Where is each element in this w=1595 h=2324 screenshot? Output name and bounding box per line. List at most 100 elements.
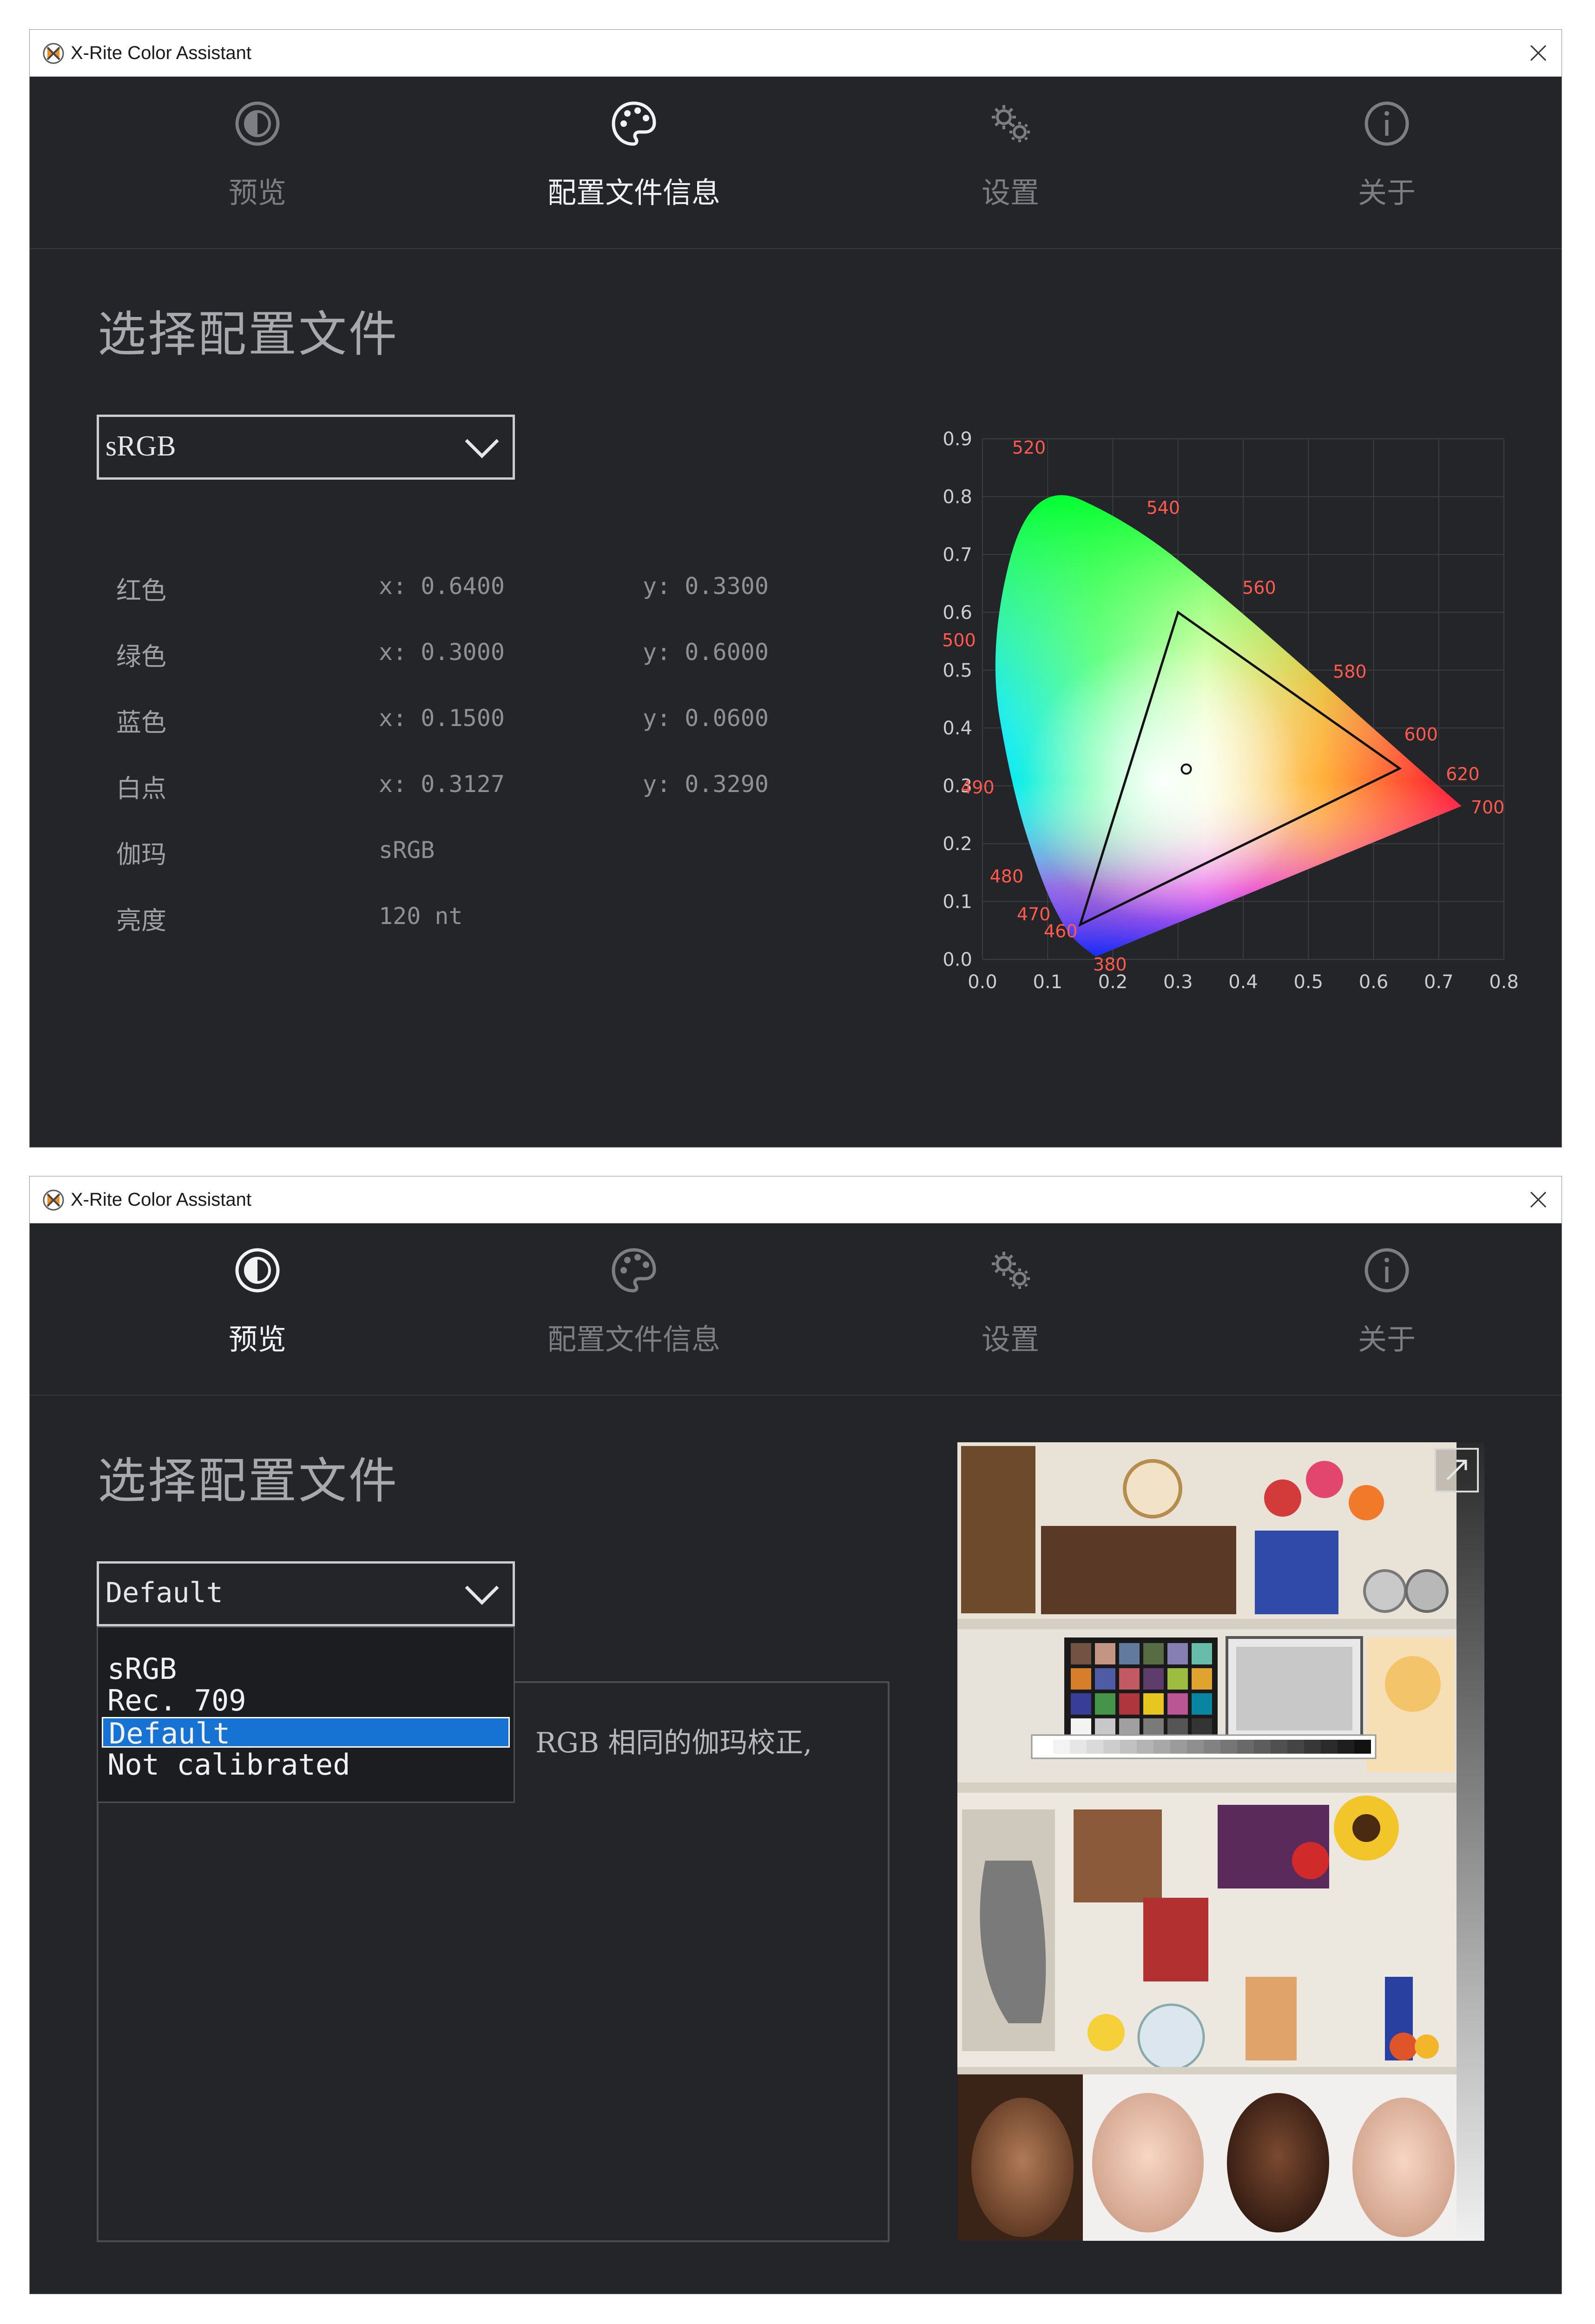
tab-profile-info-label: 配置文件信息: [547, 176, 720, 210]
wavelength-label-520: 520: [1012, 437, 1046, 458]
x-tick-label: 0.5: [1293, 971, 1323, 993]
grayscale-patch: [1187, 1740, 1204, 1754]
tab-preview[interactable]: 预览: [118, 1223, 397, 1395]
x-tick-label: 0.1: [1033, 971, 1062, 993]
checker-patch: [1143, 1693, 1164, 1715]
grayscale-patch: [1237, 1740, 1254, 1754]
x-tick-label: 0.0: [968, 971, 997, 993]
tab-profile-info[interactable]: 配置文件信息: [494, 76, 773, 248]
close-icon: [1530, 45, 1547, 61]
palette-icon: [612, 1248, 656, 1293]
app-window-profile-info: X-Rite Color Assistant 预览 配置文件信息 设置 关于 选…: [30, 30, 1562, 1147]
preview-image: [957, 1442, 1484, 2241]
close-button[interactable]: [1523, 38, 1553, 68]
wavelength-label-620: 620: [1446, 764, 1480, 785]
checker-patch: [1071, 1693, 1091, 1715]
grayscale-patch: [1170, 1740, 1187, 1754]
tab-profile-info[interactable]: 配置文件信息: [494, 1223, 773, 1395]
grayscale-patch: [1204, 1740, 1220, 1754]
grayscale-patch: [1137, 1740, 1153, 1754]
grayscale-patch: [1220, 1740, 1237, 1754]
wavelength-label-480: 480: [990, 866, 1024, 886]
tab-settings-label: 设置: [981, 1322, 1039, 1356]
grayscale-patch: [1271, 1740, 1287, 1754]
nav-bar: 预览 配置文件信息 设置 关于: [30, 76, 1562, 249]
chevron-down-icon: [465, 439, 499, 458]
tab-settings[interactable]: 设置: [871, 1223, 1150, 1395]
dropdown-option-not-calibrated[interactable]: Not calibrated: [102, 1750, 510, 1780]
dropdown-option-rec709[interactable]: Rec. 709: [102, 1685, 510, 1716]
tab-about[interactable]: 关于: [1247, 1223, 1526, 1395]
info-x-value: x: 0.6400: [379, 573, 505, 600]
checker-patch: [1192, 1643, 1212, 1664]
info-row-white-point: 白点 x: 0.3127 y: 0.3290: [116, 768, 813, 824]
x-tick-label: 0.2: [1098, 971, 1128, 993]
y-tick-label: 0.4: [942, 718, 972, 739]
grayscale-patch: [1153, 1740, 1170, 1754]
wavelength-label-380: 380: [1093, 954, 1127, 975]
checker-patch: [1143, 1643, 1164, 1664]
title-bar: X-Rite Color Assistant: [30, 1176, 1562, 1223]
info-value: 120 nt: [379, 903, 463, 930]
cie-chromaticity-chart: 0.0 0.1 0.2 0.3 0.4 0.5 0.6 0.7 0.80.00.10.20.30…: [942, 429, 1519, 993]
wavelength-label-490: 490: [961, 777, 995, 798]
y-tick-label: 0.5: [942, 660, 972, 681]
dropdown-option-srgb[interactable]: sRGB: [102, 1654, 510, 1684]
close-button[interactable]: [1523, 1185, 1553, 1215]
wavelength-label-700: 700: [1471, 797, 1505, 818]
checker-patch: [1095, 1643, 1115, 1664]
checker-patch: [1119, 1693, 1140, 1715]
y-tick-label: 0.1: [942, 891, 972, 913]
grayscale-patch: [1304, 1740, 1321, 1754]
info-value: sRGB: [379, 837, 435, 864]
profile-select[interactable]: sRGB: [97, 415, 515, 480]
info-label: 亮度: [116, 906, 166, 935]
xrite-logo-icon: [43, 1189, 64, 1211]
tab-profile-info-label: 配置文件信息: [547, 1322, 720, 1356]
checker-patch: [1071, 1668, 1091, 1690]
wavelength-label-600: 600: [1404, 724, 1438, 745]
info-x-value: x: 0.3127: [379, 771, 505, 798]
spectral-locus-whitening: [995, 495, 1462, 957]
info-y-value: y: 0.3300: [643, 573, 769, 600]
wavelength-label-500: 500: [942, 630, 976, 650]
window-title: X-Rite Color Assistant: [71, 43, 252, 63]
info-y-value: y: 0.6000: [643, 639, 769, 666]
grayscale-patch: [1338, 1740, 1354, 1754]
gears-icon: [992, 1252, 1030, 1289]
profile-select[interactable]: Default: [97, 1561, 515, 1626]
section-title: 选择配置文件: [98, 1452, 399, 1509]
tab-settings[interactable]: 设置: [871, 76, 1150, 248]
grayscale-patch: [1254, 1740, 1271, 1754]
tab-about-label: 关于: [1358, 176, 1416, 210]
info-y-value: y: 0.3290: [643, 771, 769, 798]
info-label: 绿色: [116, 642, 166, 671]
info-icon: [1364, 101, 1409, 146]
chevron-down-icon: [465, 1585, 499, 1605]
profile-select-value: sRGB: [105, 430, 176, 462]
gears-icon: [992, 105, 1030, 142]
gamut-vertex-blue: [1080, 924, 1081, 925]
grayscale-patch: [1036, 1740, 1053, 1754]
preview-icon: [235, 101, 280, 146]
tab-about-label: 关于: [1358, 1322, 1416, 1356]
y-tick-label: 0.0: [942, 949, 972, 971]
info-label: 伽玛: [116, 840, 166, 869]
profile-select-value: Default: [105, 1577, 223, 1609]
dropdown-option-default[interactable]: Default: [102, 1717, 510, 1749]
info-row-red: 红色 x: 0.6400 y: 0.3300: [116, 570, 813, 626]
checker-patch: [1119, 1668, 1140, 1690]
tab-preview-label: 预览: [228, 176, 286, 210]
profile-description-text: RGB 相同的伽玛校正,: [535, 1727, 812, 1759]
info-icon: [1364, 1248, 1409, 1293]
info-label: 红色: [116, 576, 166, 605]
checker-patch: [1167, 1643, 1188, 1664]
expand-button[interactable]: [1434, 1448, 1479, 1492]
section-title: 选择配置文件: [98, 306, 399, 363]
x-tick-label: 0.6: [1359, 971, 1389, 993]
info-label: 白点: [116, 774, 166, 803]
tab-about[interactable]: 关于: [1247, 76, 1526, 248]
grayscale-patch: [1287, 1740, 1304, 1754]
tab-preview[interactable]: 预览: [118, 76, 397, 248]
checker-patch: [1192, 1668, 1212, 1690]
